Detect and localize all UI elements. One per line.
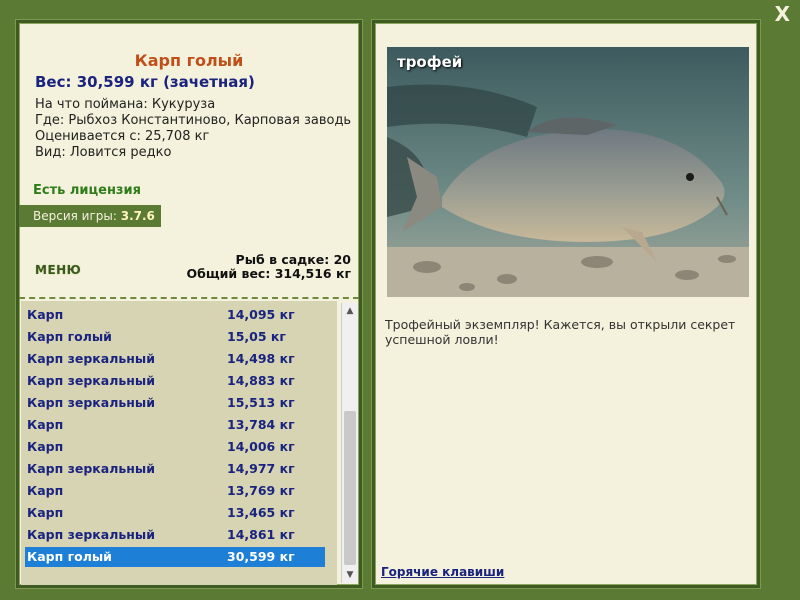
fish-weight-cell: 30,599 кг <box>227 549 295 564</box>
fish-name-cell: Карп <box>27 439 64 454</box>
fish-weight-cell: 14,977 кг <box>227 461 295 476</box>
table-row[interactable]: Карп голый 15,05 кг <box>25 327 325 347</box>
fish-weight-cell: 15,05 кг <box>227 329 286 344</box>
valuation-info: Оценивается с: 25,708 кг <box>35 129 210 144</box>
table-row[interactable]: Карп зеркальный 14,861 кг <box>25 525 325 545</box>
scroll-down-icon[interactable]: ▼ <box>342 567 358 583</box>
fish-name-cell: Карп зеркальный <box>27 395 155 410</box>
fish-info-panel: Карп голый Вес: 30,599 кг (зачетная) На … <box>16 20 362 588</box>
location-info: Где: Рыбхоз Константиново, Карповая заво… <box>35 113 352 128</box>
scroll-up-icon[interactable]: ▲ <box>342 303 358 319</box>
hotkeys-link[interactable]: Горячие клавиши <box>381 565 504 579</box>
close-icon[interactable]: X <box>775 4 790 24</box>
trophy-panel: трофей Трофейный экземпляр! Кажется, вы … <box>372 20 760 588</box>
menu-button[interactable]: МЕНЮ <box>35 263 81 277</box>
carp-image <box>387 47 749 297</box>
fish-name-cell: Карп <box>27 417 64 432</box>
fish-weight-cell: 14,006 кг <box>227 439 295 454</box>
species-info: Вид: Ловится редко <box>35 145 172 160</box>
trophy-description: Трофейный экземпляр! Кажется, вы открыли… <box>385 317 736 347</box>
version-label: Версия игры: <box>33 209 121 223</box>
fish-name-cell: Карп зеркальный <box>27 461 155 476</box>
bait-info: На что поймана: Кукуруза <box>35 97 216 112</box>
license-status: Есть лицензия <box>33 183 141 198</box>
divider <box>19 297 359 299</box>
fish-name-cell: Карп зеркальный <box>27 373 155 388</box>
table-row[interactable]: Карп зеркальный 14,498 кг <box>25 349 325 369</box>
table-row[interactable]: Карп 14,006 кг <box>25 437 325 457</box>
fish-weight-cell: 14,095 кг <box>227 307 295 322</box>
table-row[interactable]: Карп 14,095 кг <box>25 305 325 325</box>
catch-list: Карп 14,095 кг Карп голый 15,05 кг Карп зерк… <box>21 301 337 585</box>
table-row[interactable]: Карп 13,784 кг <box>25 415 325 435</box>
fish-weight-cell: 14,498 кг <box>227 351 295 366</box>
fish-weight-cell: 15,513 кг <box>227 395 295 410</box>
fish-name-cell: Карп <box>27 505 64 520</box>
scrollbar[interactable]: ▲ ▼ <box>341 303 358 583</box>
keepnet-stats: Рыб в садке: 20 Общий вес: 314,516 кг <box>187 253 352 281</box>
fish-weight-cell: 14,861 кг <box>227 527 295 542</box>
fish-name: Карп голый <box>134 51 244 70</box>
fish-name-cell: Карп голый <box>27 549 112 564</box>
table-row[interactable]: Карп голый 30,599 кг <box>25 547 325 567</box>
scroll-thumb[interactable] <box>344 411 356 565</box>
fish-weight-cell: 13,769 кг <box>227 483 295 498</box>
fish-weight-cell: 14,883 кг <box>227 373 295 388</box>
fish-photo: трофей <box>387 47 749 297</box>
table-row[interactable]: Карп зеркальный 14,883 кг <box>25 371 325 391</box>
table-row[interactable]: Карп 13,465 кг <box>25 503 325 523</box>
trophy-label: трофей <box>397 53 463 71</box>
fish-count: Рыб в садке: 20 <box>235 252 351 267</box>
fish-weight-cell: 13,784 кг <box>227 417 295 432</box>
fish-name-cell: Карп <box>27 307 64 322</box>
version-bar: Версия игры: 3.7.6 <box>19 205 161 227</box>
fish-name-cell: Карп <box>27 483 64 498</box>
table-row[interactable]: Карп 13,769 кг <box>25 481 325 501</box>
table-row[interactable]: Карп зеркальный 14,977 кг <box>25 459 325 479</box>
version-value: 3.7.6 <box>120 209 155 223</box>
fish-weight: Вес: 30,599 кг (зачетная) <box>35 73 255 91</box>
table-row[interactable]: Карп зеркальный 15,513 кг <box>25 393 325 413</box>
total-weight: Общий вес: 314,516 кг <box>186 266 352 281</box>
fish-name-cell: Карп зеркальный <box>27 351 155 366</box>
fish-name-cell: Карп голый <box>27 329 112 344</box>
fish-weight-cell: 13,465 кг <box>227 505 295 520</box>
fish-name-cell: Карп зеркальный <box>27 527 155 542</box>
